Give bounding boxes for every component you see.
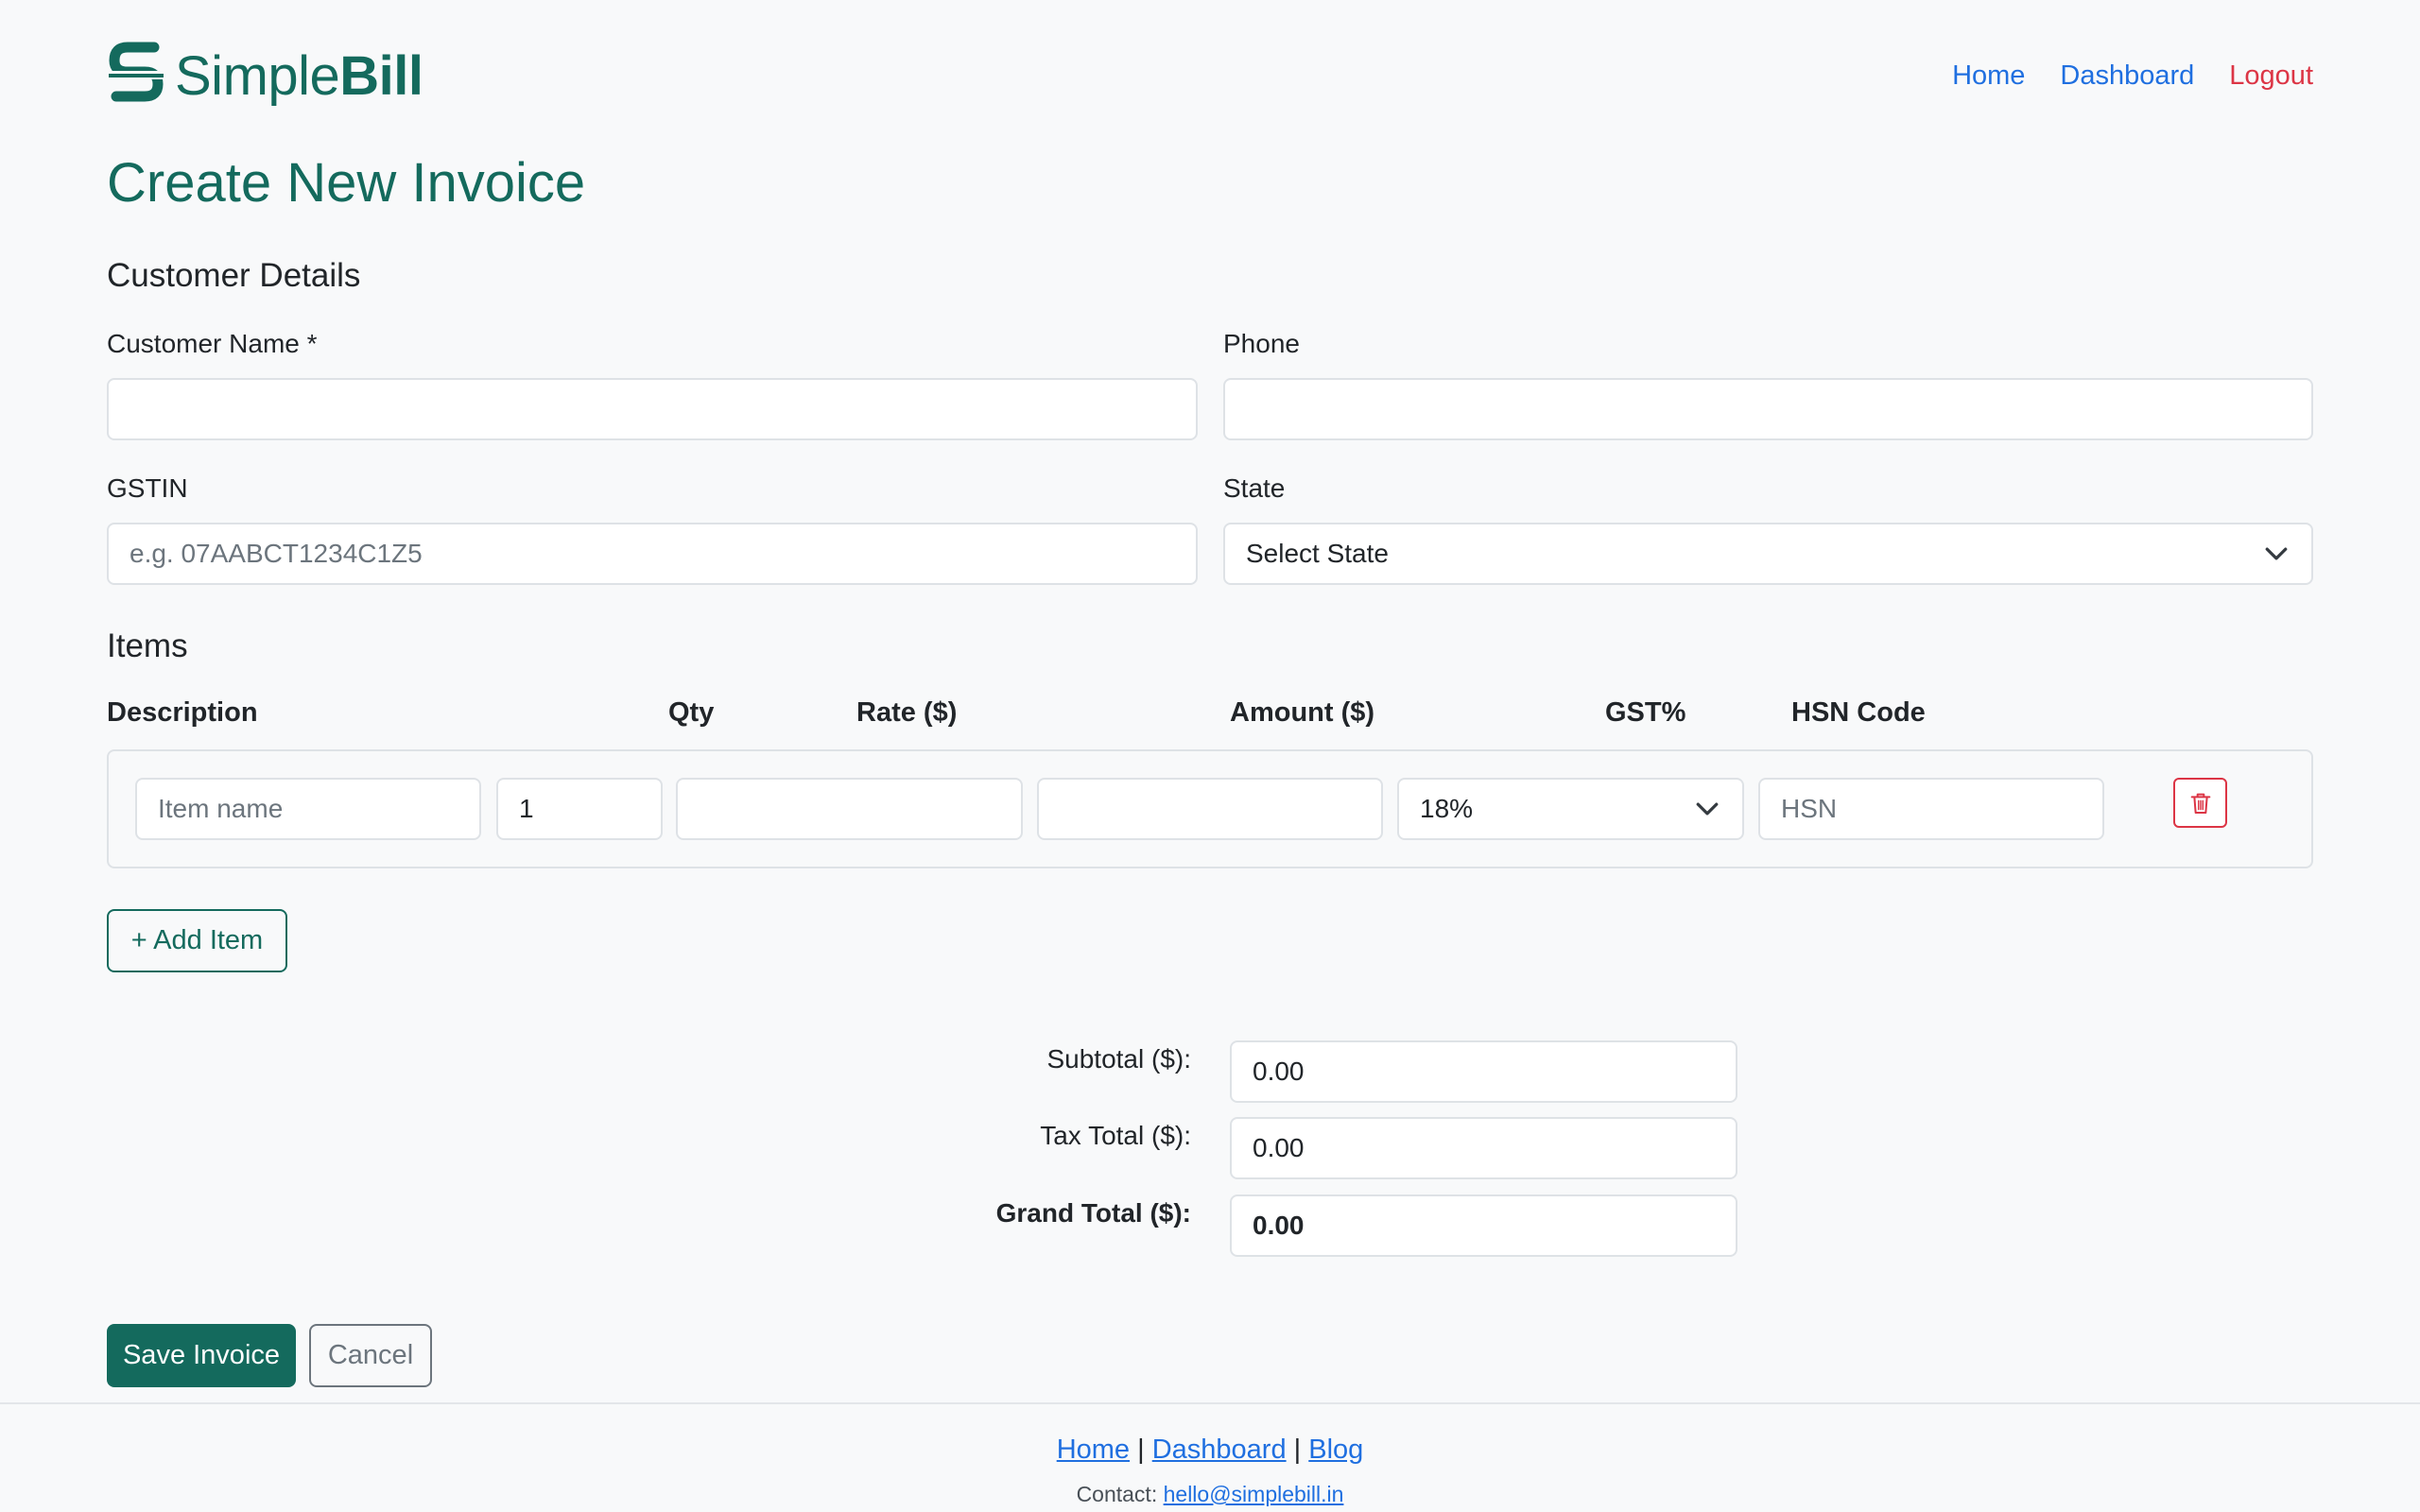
nav-home-link[interactable]: Home <box>1952 60 2025 92</box>
col-description: Description <box>107 697 258 728</box>
top-nav: Home Dashboard Logout <box>1952 60 2313 92</box>
item-qty-input[interactable]: 1 <box>496 778 663 840</box>
cancel-button[interactable]: Cancel <box>309 1324 432 1387</box>
brand-name: SimpleBill <box>175 44 424 107</box>
simplebill-logo-icon <box>109 42 164 102</box>
chevron-down-icon <box>1696 802 1719 816</box>
tax-total-label: Tax Total ($): <box>1040 1121 1191 1150</box>
state-select-value: Select State <box>1246 539 1389 568</box>
brand-link[interactable]: SimpleBill <box>107 40 424 112</box>
add-item-button[interactable]: + Add Item <box>107 909 287 972</box>
page-title: Create New Invoice <box>107 152 586 214</box>
item-description-input[interactable]: Item name <box>135 778 481 840</box>
footer: Home | Dashboard | Blog Contact: hello@s… <box>0 1402 2420 1512</box>
footer-separator: | <box>1137 1435 1145 1465</box>
contact-label: Contact: <box>1076 1482 1158 1506</box>
phone-input[interactable] <box>1223 378 2313 440</box>
nav-logout-link[interactable]: Logout <box>2229 60 2313 92</box>
footer-links: Home | Dashboard | Blog <box>0 1435 2420 1466</box>
nav-dashboard-link[interactable]: Dashboard <box>2060 60 2194 92</box>
navbar: SimpleBill Home Dashboard Logout <box>107 38 2313 113</box>
col-qty: Qty <box>668 697 715 728</box>
chevron-down-icon <box>2265 547 2288 560</box>
col-rate: Rate ($) <box>856 697 958 728</box>
item-gst-select[interactable]: 18% <box>1397 778 1744 840</box>
trash-icon <box>2190 793 2210 814</box>
items-heading: Items <box>107 627 188 664</box>
footer-blog-link[interactable]: Blog <box>1308 1435 1363 1465</box>
gstin-input[interactable]: e.g. 07AABCT1234C1Z5 <box>107 523 1198 585</box>
phone-label: Phone <box>1223 329 1300 358</box>
grand-total-label: Grand Total ($): <box>995 1198 1191 1228</box>
item-hsn-input[interactable]: HSN <box>1758 778 2104 840</box>
state-select[interactable]: Select State <box>1223 523 2313 585</box>
customer-details-heading: Customer Details <box>107 257 361 294</box>
item-gst-value: 18% <box>1420 794 1474 823</box>
grand-total-field[interactable]: 0.00 <box>1230 1194 1737 1257</box>
tax-total-field[interactable]: 0.00 <box>1230 1117 1737 1179</box>
customer-name-input[interactable] <box>107 378 1198 440</box>
contact-email-link[interactable]: hello@simplebill.in <box>1164 1482 1344 1506</box>
item-amount-input[interactable] <box>1037 778 1383 840</box>
item-rate-input[interactable] <box>676 778 1023 840</box>
state-label: State <box>1223 473 1286 503</box>
footer-contact: Contact: hello@simplebill.in <box>0 1482 2420 1507</box>
col-gst: GST% <box>1605 697 1686 728</box>
subtotal-field[interactable]: 0.00 <box>1230 1040 1737 1103</box>
invoice-page: SimpleBill Home Dashboard Logout Create … <box>0 0 2420 1512</box>
col-amount: Amount ($) <box>1230 697 1375 728</box>
col-hsn: HSN Code <box>1791 697 1926 728</box>
subtotal-label: Subtotal ($): <box>1046 1044 1191 1074</box>
footer-separator: | <box>1293 1435 1302 1465</box>
footer-dashboard-link[interactable]: Dashboard <box>1152 1435 1287 1465</box>
save-invoice-button[interactable]: Save Invoice <box>107 1324 296 1387</box>
gstin-label: GSTIN <box>107 473 188 503</box>
delete-item-button[interactable] <box>2173 778 2227 828</box>
footer-home-link[interactable]: Home <box>1057 1435 1130 1465</box>
customer-name-label: Customer Name * <box>107 329 318 358</box>
